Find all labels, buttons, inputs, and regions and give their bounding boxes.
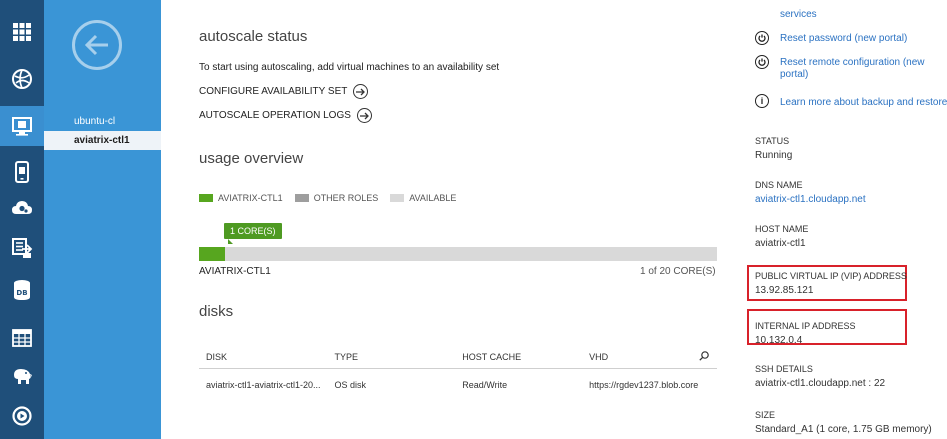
mobile-services-icon[interactable] bbox=[0, 152, 44, 192]
vm-list-item-ubuntu-cl[interactable]: ubuntu-cl bbox=[44, 112, 161, 131]
legend-swatch-aviatrix bbox=[199, 194, 213, 202]
usage-bar-name: AVIATRIX-CTL1 bbox=[199, 266, 271, 277]
public-vip-value: 13.92.85.121 bbox=[755, 285, 814, 296]
power-reset-icon bbox=[755, 55, 769, 69]
legend-label-other-roles: OTHER ROLES bbox=[313, 193, 379, 203]
search-icon bbox=[699, 351, 710, 361]
power-reset-icon bbox=[755, 31, 769, 45]
public-vip-label: PUBLIC VIRTUAL IP (VIP) ADDRESS bbox=[755, 271, 907, 281]
all-items-grid-icon[interactable] bbox=[0, 12, 44, 52]
reset-remote-line-1: Reset remote configuration (new bbox=[780, 57, 925, 68]
web-sites-globe-icon[interactable] bbox=[0, 59, 44, 99]
disks-heading: disks bbox=[199, 303, 234, 320]
reset-password-link[interactable]: Reset password (new portal) bbox=[780, 33, 907, 45]
disks-table: DISK TYPE HOST CACHE VHD aviatrix-ctl1-a… bbox=[199, 348, 717, 401]
back-arrow-icon bbox=[84, 34, 108, 56]
autoscale-status-heading: autoscale status bbox=[199, 28, 308, 45]
media-services-icon[interactable] bbox=[0, 396, 44, 436]
internal-ip-label: INTERNAL IP ADDRESS bbox=[755, 321, 856, 331]
arrow-right-circle-icon bbox=[353, 84, 369, 99]
disk-host-cache-cell: Read/Write bbox=[462, 380, 508, 390]
reset-remote-line-2: portal) bbox=[780, 69, 809, 80]
back-button[interactable] bbox=[72, 20, 122, 70]
size-label: SIZE bbox=[755, 410, 776, 420]
legend-swatch-available bbox=[390, 194, 405, 202]
ssh-details-label: SSH DETAILS bbox=[755, 364, 813, 374]
status-label: STATUS bbox=[755, 136, 790, 146]
hdinsight-elephant-icon[interactable] bbox=[0, 356, 44, 396]
disk-type-cell: OS disk bbox=[334, 380, 367, 390]
reset-remote-configuration-link[interactable]: Reset remote configuration (new portal) bbox=[780, 57, 925, 81]
dns-name-label: DNS NAME bbox=[755, 180, 803, 190]
learn-more-backup-link[interactable]: Learn more about backup and restore bbox=[780, 97, 947, 109]
arrow-right-circle-icon bbox=[356, 108, 372, 123]
table-row[interactable]: aviatrix-ctl1-aviatrix-ctl1-20... OS dis… bbox=[199, 369, 717, 402]
column-header-disk[interactable]: DISK bbox=[199, 348, 328, 369]
vm-list-panel: ubuntu-cl aviatrix-ctl1 bbox=[44, 0, 161, 439]
sql-databases-db-icon[interactable]: DB bbox=[0, 270, 44, 310]
legend-swatch-other-roles bbox=[294, 194, 309, 202]
info-icon: i bbox=[755, 94, 769, 108]
internal-ip-value: 10.132.0.4 bbox=[755, 335, 803, 346]
size-value: Standard_A1 (1 core, 1.75 GB memory) bbox=[755, 424, 932, 435]
left-nav-rail: DB bbox=[0, 0, 44, 439]
vm-list-item-aviatrix-ctl1[interactable]: aviatrix-ctl1 bbox=[44, 131, 161, 150]
disks-header-row: DISK TYPE HOST CACHE VHD bbox=[199, 348, 717, 369]
host-name-value: aviatrix-ctl1 bbox=[755, 238, 806, 249]
host-name-label: HOST NAME bbox=[755, 224, 809, 234]
configure-availability-set-label: CONFIGURE AVAILABILITY SET bbox=[199, 86, 348, 97]
services-link[interactable]: services bbox=[780, 9, 817, 21]
virtual-machines-monitor-icon[interactable] bbox=[0, 106, 44, 146]
usage-legend: AVIATRIX-CTL1 OTHER ROLES AVAILABLE bbox=[199, 193, 468, 203]
autoscale-operation-logs-label: AUTOSCALE OPERATION LOGS bbox=[199, 110, 351, 121]
usage-bar-track bbox=[199, 247, 717, 261]
usage-overview-heading: usage overview bbox=[199, 150, 304, 167]
status-value: Running bbox=[755, 150, 793, 161]
legend-label-aviatrix: AVIATRIX-CTL1 bbox=[218, 193, 283, 203]
cloud-services-icon[interactable] bbox=[0, 188, 44, 228]
vm-list: ubuntu-cl aviatrix-ctl1 bbox=[44, 112, 161, 150]
autoscale-operation-logs-link[interactable]: AUTOSCALE OPERATION LOGS bbox=[199, 108, 372, 123]
main-content: autoscale status To start using autoscal… bbox=[161, 0, 735, 439]
column-header-host-cache[interactable]: HOST CACHE bbox=[455, 348, 583, 369]
dns-name-value[interactable]: aviatrix-ctl1.cloudapp.net bbox=[755, 194, 866, 205]
legend-label-available: AVAILABLE bbox=[409, 193, 457, 203]
autoscale-description: To start using autoscaling, add virtual … bbox=[199, 62, 500, 73]
column-header-vhd[interactable]: VHD bbox=[582, 348, 692, 369]
disk-vhd-cell: https://rgdev1237.blob.core bbox=[589, 380, 699, 390]
table-search-button[interactable] bbox=[691, 348, 717, 369]
usage-bar-fill bbox=[199, 247, 225, 261]
column-header-type[interactable]: TYPE bbox=[327, 348, 456, 369]
usage-bar-count: 1 of 20 CORE(S) bbox=[640, 266, 716, 277]
ssh-details-value: aviatrix-ctl1.cloudapp.net : 22 bbox=[755, 378, 886, 389]
storage-table-icon[interactable] bbox=[0, 318, 44, 358]
configure-availability-set-link[interactable]: CONFIGURE AVAILABILITY SET bbox=[199, 84, 369, 99]
batch-icon[interactable] bbox=[0, 228, 44, 268]
db-icon-text: DB bbox=[16, 289, 27, 297]
usage-tooltip: 1 CORE(S) bbox=[224, 223, 282, 244]
quick-glance-panel: services Reset password (new portal) Res… bbox=[735, 0, 947, 439]
disk-name-cell: aviatrix-ctl1-aviatrix-ctl1-20... bbox=[206, 380, 321, 390]
